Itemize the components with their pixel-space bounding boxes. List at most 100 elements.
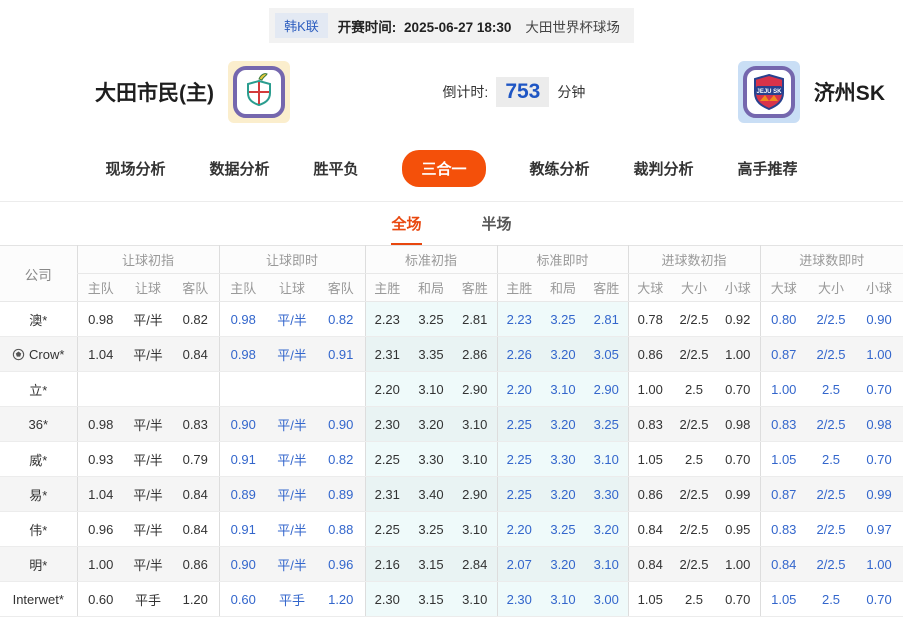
odds-cell: 1.00 bbox=[759, 371, 808, 407]
odds-table-head: 公司 让球初指 让球即时 标准初指 标准即时 进球数初指 进球数即时 主队 让球 客队 主队 让球 客队… bbox=[0, 245, 903, 302]
company-name: Crow* bbox=[29, 346, 65, 362]
company-cell: 澳* bbox=[0, 301, 77, 337]
odds-cell: 2/2.5 bbox=[672, 406, 716, 442]
soccer-ball-icon bbox=[12, 348, 25, 360]
away-team-name: 济州SK bbox=[813, 81, 885, 105]
company-cell: 立* bbox=[0, 371, 77, 407]
odds-cell: 平手 bbox=[124, 581, 172, 617]
odds-cell: 3.20 bbox=[541, 546, 585, 582]
sub-header: 客队 bbox=[172, 273, 219, 302]
odds-cell: 平/半 bbox=[267, 511, 317, 547]
odds-cell: 3.25 bbox=[541, 511, 585, 547]
nav-tab-现场分析[interactable]: 现场分析 bbox=[105, 158, 165, 179]
odds-cell: 0.83 bbox=[759, 406, 808, 442]
sub-header: 大球 bbox=[627, 273, 672, 302]
odds-cell: 0.70 bbox=[716, 441, 761, 477]
odds-cell: 2.16 bbox=[364, 546, 409, 582]
group-header: 让球初指 bbox=[76, 245, 219, 274]
odds-cell: 3.10 bbox=[541, 371, 585, 407]
sub-header: 主胜 bbox=[364, 273, 409, 302]
odds-cell: 2.30 bbox=[496, 581, 541, 617]
odds-cell bbox=[124, 371, 172, 407]
odds-cell: 2.5 bbox=[672, 581, 716, 617]
odds-cell: 3.20 bbox=[541, 476, 585, 512]
odds-cell: 0.99 bbox=[855, 476, 903, 512]
home-team-name: 大田市民(主) bbox=[95, 81, 214, 105]
company-cell: 36* bbox=[0, 406, 77, 442]
period-tab-半场[interactable]: 半场 bbox=[482, 213, 512, 245]
odds-cell: 2.5 bbox=[672, 441, 716, 477]
odds-cell: 2.90 bbox=[585, 371, 628, 407]
table-row: 明* 1.00 平/半 0.86 0.90 平/半 0.96 2.16 3.15 2.84 2.07… bbox=[0, 546, 903, 582]
odds-cell: 3.30 bbox=[541, 441, 585, 477]
odds-cell: 1.00 bbox=[716, 546, 761, 582]
odds-cell: 0.84 bbox=[759, 546, 808, 582]
odds-cell: 2.84 bbox=[453, 546, 497, 582]
league-chip[interactable]: 韩K联 bbox=[275, 13, 328, 38]
odds-cell: 2.23 bbox=[496, 301, 541, 337]
period-tab-全场[interactable]: 全场 bbox=[391, 213, 422, 245]
odds-cell: 0.82 bbox=[317, 441, 365, 477]
odds-cell: 1.20 bbox=[317, 581, 365, 617]
table-row: 立* 2.20 3.10 2.90 2.20 3.10 2.90 1.00 2.5 0.70 1.0… bbox=[0, 371, 903, 407]
nav-tab-三合一[interactable]: 三合一 bbox=[402, 150, 486, 187]
table-row: 澳* 0.98 平/半 0.82 0.98 平/半 0.82 2.23 3.25 2.81 2.23… bbox=[0, 301, 903, 337]
nav-tab-裁判分析[interactable]: 裁判分析 bbox=[634, 158, 694, 179]
odds-cell: 0.70 bbox=[855, 581, 903, 617]
nav-tab-教练分析[interactable]: 教练分析 bbox=[530, 158, 590, 179]
odds-cell: 0.98 bbox=[218, 301, 267, 337]
odds-cell: 2/2.5 bbox=[807, 476, 856, 512]
odds-cell: 3.40 bbox=[409, 476, 453, 512]
odds-cell: 2.31 bbox=[364, 476, 409, 512]
odds-cell: 0.90 bbox=[317, 406, 365, 442]
odds-cell: 平/半 bbox=[124, 511, 172, 547]
odds-cell: 3.10 bbox=[453, 441, 497, 477]
period-tabs: 全场 半场 bbox=[0, 202, 903, 245]
odds-cell: 平/半 bbox=[124, 476, 172, 512]
company-name: Interwet* bbox=[12, 591, 64, 607]
table-row: Crow* 1.04 平/半 0.84 0.98 平/半 0.91 2.31 3.35 2.86 2… bbox=[0, 336, 903, 372]
odds-cell: 2.25 bbox=[496, 441, 541, 477]
table-row: 36* 0.98 平/半 0.83 0.90 平/半 0.90 2.30 3.20 3.10 2.2… bbox=[0, 406, 903, 442]
odds-cell: 2.90 bbox=[453, 476, 497, 512]
odds-cell: 1.04 bbox=[76, 476, 124, 512]
sub-header: 客队 bbox=[317, 273, 365, 302]
odds-cell: 2/2.5 bbox=[672, 511, 716, 547]
odds-cell: 2.31 bbox=[364, 336, 409, 372]
nav-tabs: 现场分析 数据分析 胜平负 三合一 教练分析 裁判分析 高手推荐 bbox=[0, 138, 903, 202]
company-cell: Interwet* bbox=[0, 581, 77, 617]
group-header: 进球数即时 bbox=[759, 245, 903, 274]
odds-cell: 3.10 bbox=[453, 511, 497, 547]
odds-cell: 2.5 bbox=[807, 441, 856, 477]
odds-cell: 2.25 bbox=[496, 406, 541, 442]
odds-cell: 0.83 bbox=[627, 406, 672, 442]
odds-cell: 2.90 bbox=[453, 371, 497, 407]
odds-cell: 0.70 bbox=[716, 371, 761, 407]
odds-cell: 2.25 bbox=[496, 476, 541, 512]
odds-cell: 2.30 bbox=[364, 406, 409, 442]
company-column-header: 公司 bbox=[0, 245, 77, 302]
company-name: 36* bbox=[28, 416, 49, 432]
odds-table-body: 澳* 0.98 平/半 0.82 0.98 平/半 0.82 2.23 3.25 2.81 2.23… bbox=[0, 301, 903, 617]
nav-tab-胜平负[interactable]: 胜平负 bbox=[313, 158, 358, 179]
odds-cell: 平/半 bbox=[124, 301, 172, 337]
odds-cell: 平/半 bbox=[267, 441, 317, 477]
odds-table: 公司 让球初指 让球即时 标准初指 标准即时 进球数初指 进球数即时 主队 让球 客队 主队 让球 客队… bbox=[0, 245, 903, 617]
group-header: 标准初指 bbox=[364, 245, 497, 274]
nav-tab-数据分析[interactable]: 数据分析 bbox=[209, 158, 269, 179]
odds-cell: 0.86 bbox=[627, 336, 672, 372]
odds-cell: 2/2.5 bbox=[672, 301, 716, 337]
odds-cell: 0.98 bbox=[855, 406, 903, 442]
table-row: 易* 1.04 平/半 0.84 0.89 平/半 0.89 2.31 3.40 2.90 2.25… bbox=[0, 476, 903, 512]
nav-tab-高手推荐[interactable]: 高手推荐 bbox=[738, 158, 798, 179]
odds-cell: 1.00 bbox=[716, 336, 761, 372]
table-row: Interwet* 0.60 平手 1.20 0.60 平手 1.20 2.30 3.15 3.1… bbox=[0, 581, 903, 617]
top-bar: 韩K联 开赛时间: 2025-06-27 18:30 大田世界杯球场 bbox=[0, 0, 903, 43]
odds-cell: 0.89 bbox=[218, 476, 267, 512]
odds-cell: 0.98 bbox=[76, 301, 124, 337]
odds-cell bbox=[267, 371, 317, 407]
odds-cell: 1.00 bbox=[76, 546, 124, 582]
kickoff-label: 开赛时间: bbox=[337, 19, 397, 35]
company-name: 易* bbox=[29, 487, 48, 503]
company-name: 伟* bbox=[29, 522, 48, 538]
